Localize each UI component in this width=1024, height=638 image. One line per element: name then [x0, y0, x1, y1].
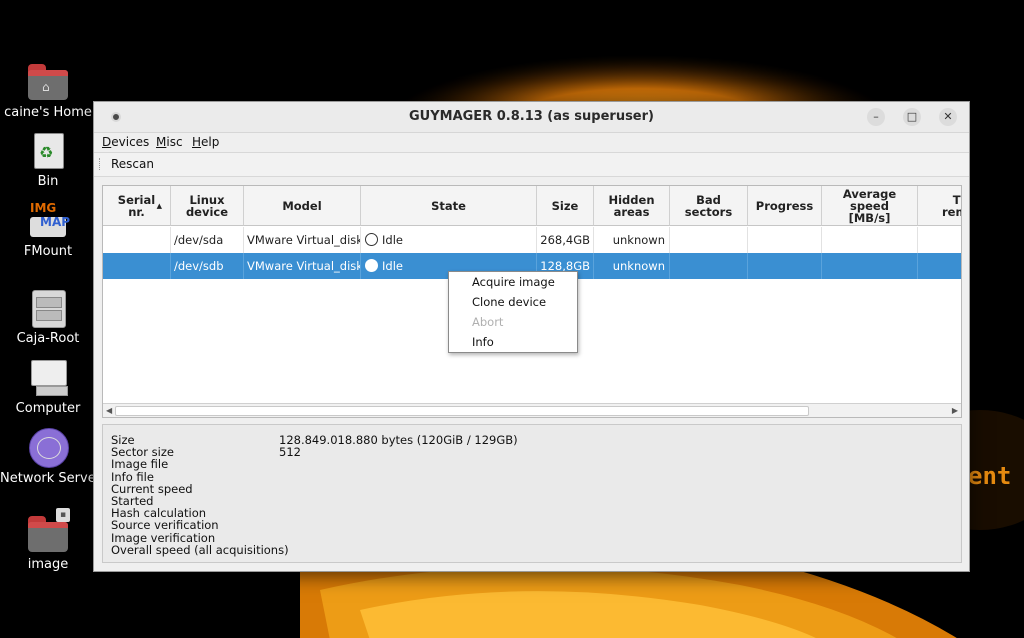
cell-progress	[748, 227, 822, 253]
idle-status-icon	[365, 233, 378, 246]
locked-folder-icon: ▪	[26, 508, 70, 554]
menu-misc[interactable]: Misc	[156, 135, 183, 149]
menu-item-clone-device[interactable]: Clone device	[472, 295, 546, 309]
desktop-icon-network-server[interactable]: Network Server	[0, 428, 102, 486]
scroll-left-arrow-icon[interactable]: ◀	[106, 404, 112, 417]
title-bar[interactable]: GUYMAGER 0.8.13 (as superuser) – □ ✕	[94, 102, 969, 133]
menu-item-info[interactable]: Info	[472, 335, 494, 349]
network-globe-icon	[26, 428, 70, 468]
home-folder-icon: ⌂	[26, 62, 70, 102]
cell-hidden-areas: unknown	[594, 253, 670, 279]
column-header-progress[interactable]: Progress	[748, 186, 822, 226]
cell-state: Idle	[361, 227, 537, 253]
info-value-size: 128.849.018.880 bytes (120GiB / 129GB)	[279, 433, 518, 447]
column-header-model[interactable]: Model	[244, 186, 361, 226]
desktop-icon-label: Network Server	[0, 471, 102, 486]
cell-serial	[103, 253, 171, 279]
device-context-menu: Acquire image Clone device Abort Info	[448, 271, 578, 353]
column-header-time-remaining[interactable]: Tirema	[918, 186, 961, 226]
desktop-icon-fmount[interactable]: IMG MAP FMount	[0, 201, 96, 259]
menu-help[interactable]: Help	[192, 135, 219, 149]
info-label-overall-speed: Overall speed (all acquisitions)	[111, 543, 289, 557]
fmount-icon: IMG MAP	[26, 201, 70, 241]
cell-size: 268,4GB	[537, 227, 594, 253]
column-header-bad-sectors[interactable]: Bad sectors	[670, 186, 748, 226]
info-label-source-verification: Source verification	[111, 518, 219, 532]
menu-bar: Devices Misc Help	[94, 133, 969, 152]
info-label-image-file: Image file	[111, 457, 169, 471]
cell-linux-device: /dev/sda	[171, 227, 244, 253]
cell-average-speed	[822, 227, 918, 253]
table-row[interactable]: /dev/sda VMware Virtual_disk Idle 268,4G…	[103, 227, 961, 253]
desktop-icon-label: caine's Home	[4, 105, 92, 120]
scroll-right-arrow-icon[interactable]: ▶	[952, 404, 958, 417]
menu-devices[interactable]: Devices	[102, 135, 149, 149]
desktop-icon-caja-root[interactable]: Caja-Root	[0, 288, 96, 346]
desktop-icon-label: Computer	[15, 401, 81, 416]
file-cabinet-icon	[26, 288, 70, 328]
window-title: GUYMAGER 0.8.13 (as superuser)	[409, 109, 654, 124]
wallpaper-text: ent	[968, 462, 1012, 490]
column-header-average-speed[interactable]: Average speed [MB/s]	[822, 186, 918, 226]
horizontal-scrollbar[interactable]: ◀ ▶	[103, 403, 961, 417]
desktop-icon-label: Caja-Root	[16, 331, 80, 346]
computer-icon	[26, 358, 70, 398]
recycle-bin-icon: ♻	[26, 131, 70, 171]
cell-time-remaining	[918, 227, 961, 253]
desktop-icon-bin[interactable]: ♻ Bin	[0, 131, 96, 189]
cell-time-remaining	[918, 253, 961, 279]
column-header-linux-device[interactable]: Linux device	[171, 186, 244, 226]
desktop-icon-image[interactable]: ▪ image	[0, 508, 96, 572]
cell-progress	[748, 253, 822, 279]
info-value-sector-size: 512	[279, 445, 301, 459]
device-info-panel: Size 128.849.018.880 bytes (120GiB / 129…	[102, 424, 962, 563]
close-button[interactable]: ✕	[939, 108, 957, 126]
menu-item-acquire-image[interactable]: Acquire image	[472, 275, 555, 289]
desktop-icon-home[interactable]: ⌂ caine's Home	[0, 62, 96, 120]
minimize-button[interactable]: –	[867, 108, 885, 126]
column-header-size[interactable]: Size	[537, 186, 594, 226]
desktop-icon-label: FMount	[23, 244, 73, 259]
desktop-icon-label: image	[27, 557, 69, 572]
idle-status-icon	[365, 259, 378, 272]
column-header-serial[interactable]: Serial nr. ▲	[103, 186, 171, 226]
cell-model: VMware Virtual_disk	[244, 227, 361, 253]
column-header-state[interactable]: State	[361, 186, 537, 226]
rescan-button[interactable]: Rescan	[111, 157, 154, 171]
cell-bad-sectors	[670, 253, 748, 279]
cell-serial	[103, 227, 171, 253]
desktop-icon-label: Bin	[37, 174, 59, 189]
scrollbar-thumb[interactable]	[115, 406, 809, 416]
cell-model: VMware Virtual_disk	[244, 253, 361, 279]
desktop-icon-computer[interactable]: Computer	[0, 358, 96, 416]
maximize-button[interactable]: □	[903, 108, 921, 126]
cell-hidden-areas: unknown	[594, 227, 670, 253]
cell-linux-device: /dev/sdb	[171, 253, 244, 279]
toolbar: Rescan	[94, 152, 969, 177]
cell-average-speed	[822, 253, 918, 279]
toolbar-grip[interactable]	[99, 158, 102, 170]
column-header-hidden-areas[interactable]: Hidden areas	[594, 186, 670, 226]
menu-item-abort: Abort	[472, 315, 504, 329]
cell-bad-sectors	[670, 227, 748, 253]
sort-ascending-icon: ▲	[156, 202, 162, 210]
